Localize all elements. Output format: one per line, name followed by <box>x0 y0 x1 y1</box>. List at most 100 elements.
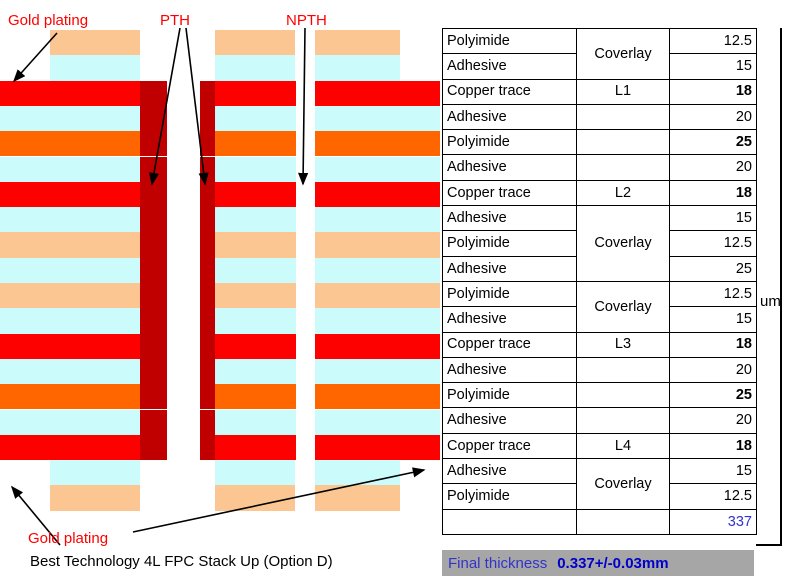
layer-segment <box>167 434 200 461</box>
stackup-table: Polyimide Coverlay 12.5 Adhesive 15 Copper tr… <box>442 27 757 535</box>
cell-material: Adhesive <box>442 154 577 181</box>
layer-segment <box>215 384 296 410</box>
cell-thickness: 25 <box>669 255 757 282</box>
layer-segment <box>200 384 215 410</box>
cell-material: Adhesive <box>442 356 577 384</box>
layer-segment <box>0 105 140 132</box>
cell-material: Adhesive <box>442 255 577 282</box>
layer-segment <box>200 434 215 461</box>
cell-material: Polyimide <box>442 230 577 257</box>
layer-segment <box>315 434 440 461</box>
cell-layer <box>576 129 670 156</box>
cell-thickness: 18 <box>669 432 757 460</box>
layer-band <box>0 207 440 233</box>
cell-thickness: 18 <box>669 331 757 358</box>
layer-segment <box>200 283 215 309</box>
cell-thickness: 12.5 <box>669 483 757 510</box>
final-thickness-label: Final thickness <box>448 554 548 572</box>
layer-segment <box>215 105 296 132</box>
layer-segment <box>167 384 200 410</box>
layer-segment <box>296 257 315 283</box>
cell-material: Adhesive <box>442 306 577 333</box>
layer-segment <box>140 358 167 385</box>
layer-segment <box>315 232 440 258</box>
layer-segment <box>167 232 200 258</box>
cell-thickness: 25 <box>669 382 757 409</box>
table-row: Copper trace L1 18 <box>442 78 757 105</box>
layer-segment <box>315 485 400 511</box>
layer-segment <box>167 105 200 132</box>
layer-segment <box>0 156 140 182</box>
layer-segment <box>200 131 215 157</box>
cell-thickness: 15 <box>669 458 757 485</box>
cell-material: Copper trace <box>442 179 577 207</box>
layer-segment <box>315 460 400 486</box>
layer-segment <box>167 283 200 309</box>
layer-band <box>0 55 440 81</box>
layer-segment <box>215 283 296 309</box>
layer-segment <box>315 30 400 56</box>
layer-segment <box>0 434 140 461</box>
layer-segment <box>215 257 296 283</box>
layer-segment <box>0 207 140 233</box>
layer-segment <box>315 283 440 309</box>
layer-segment <box>200 358 215 385</box>
layer-band <box>0 257 440 283</box>
table-right-rule-bottom <box>756 544 782 546</box>
cell-thickness: 15 <box>669 306 757 333</box>
layer-segment <box>315 55 400 81</box>
layer-segment <box>315 384 440 410</box>
layer-segment <box>200 181 215 208</box>
layer-segment <box>200 308 215 334</box>
layer-segment <box>140 409 167 435</box>
table-row: Polyimide Coverlay 12.5 <box>442 280 757 333</box>
cell-thickness: 20 <box>669 407 757 434</box>
layer-segment <box>215 308 296 334</box>
layer-segment <box>167 333 200 359</box>
cell-material: Polyimide <box>442 129 577 156</box>
layer-segment <box>315 156 440 182</box>
layer-segment <box>296 434 315 461</box>
cell-thickness: 12.5 <box>669 280 757 308</box>
layer-band <box>0 460 440 486</box>
cell-layer: L2 <box>576 179 670 207</box>
layer-segment <box>140 257 167 283</box>
layer-band <box>0 232 440 258</box>
layer-segment <box>215 232 296 258</box>
layer-segment <box>140 333 167 359</box>
cell-material: Polyimide <box>442 483 577 510</box>
stackup-diagram: Gold plating PTH NPTH Gold plating Best Tec… <box>0 0 440 580</box>
cell-layer: Coverlay <box>576 205 670 282</box>
table-row: Adhesive Coverlay 15 <box>442 458 757 510</box>
layer-segment <box>167 207 200 233</box>
cell-material: Adhesive <box>442 103 577 131</box>
cell-layer <box>576 382 670 409</box>
cell-thickness: 15 <box>669 205 757 232</box>
table-total-row: 337 <box>442 508 757 535</box>
layer-segment <box>315 80 440 106</box>
layer-segment <box>296 409 315 435</box>
layer-segment <box>167 131 200 157</box>
layer-segment <box>315 207 440 233</box>
final-thickness-bar: Final thickness 0.337+/-0.03mm <box>442 550 754 576</box>
layer-segment <box>0 409 140 435</box>
layer-segment <box>215 80 296 106</box>
table-right-rule <box>780 28 782 546</box>
table-row: Copper trace L4 18 <box>442 432 757 460</box>
cell-total-value: 337 <box>669 508 757 535</box>
layer-band <box>0 105 440 132</box>
table-row: Copper trace L2 18 <box>442 179 757 207</box>
layer-segment <box>0 181 140 208</box>
layer-segment <box>0 257 140 283</box>
layer-segment <box>215 409 296 435</box>
layer-segment <box>315 131 440 157</box>
annotation-gold-plating-bottom: Gold plating <box>28 530 109 547</box>
layer-segment <box>296 384 315 410</box>
table-row: Adhesive 20 <box>442 356 757 384</box>
layer-segment <box>140 232 167 258</box>
layer-segment <box>50 30 140 56</box>
layer-band <box>0 131 440 157</box>
layer-band <box>0 333 440 359</box>
cell-material: Adhesive <box>442 53 577 80</box>
layer-band <box>0 358 440 385</box>
